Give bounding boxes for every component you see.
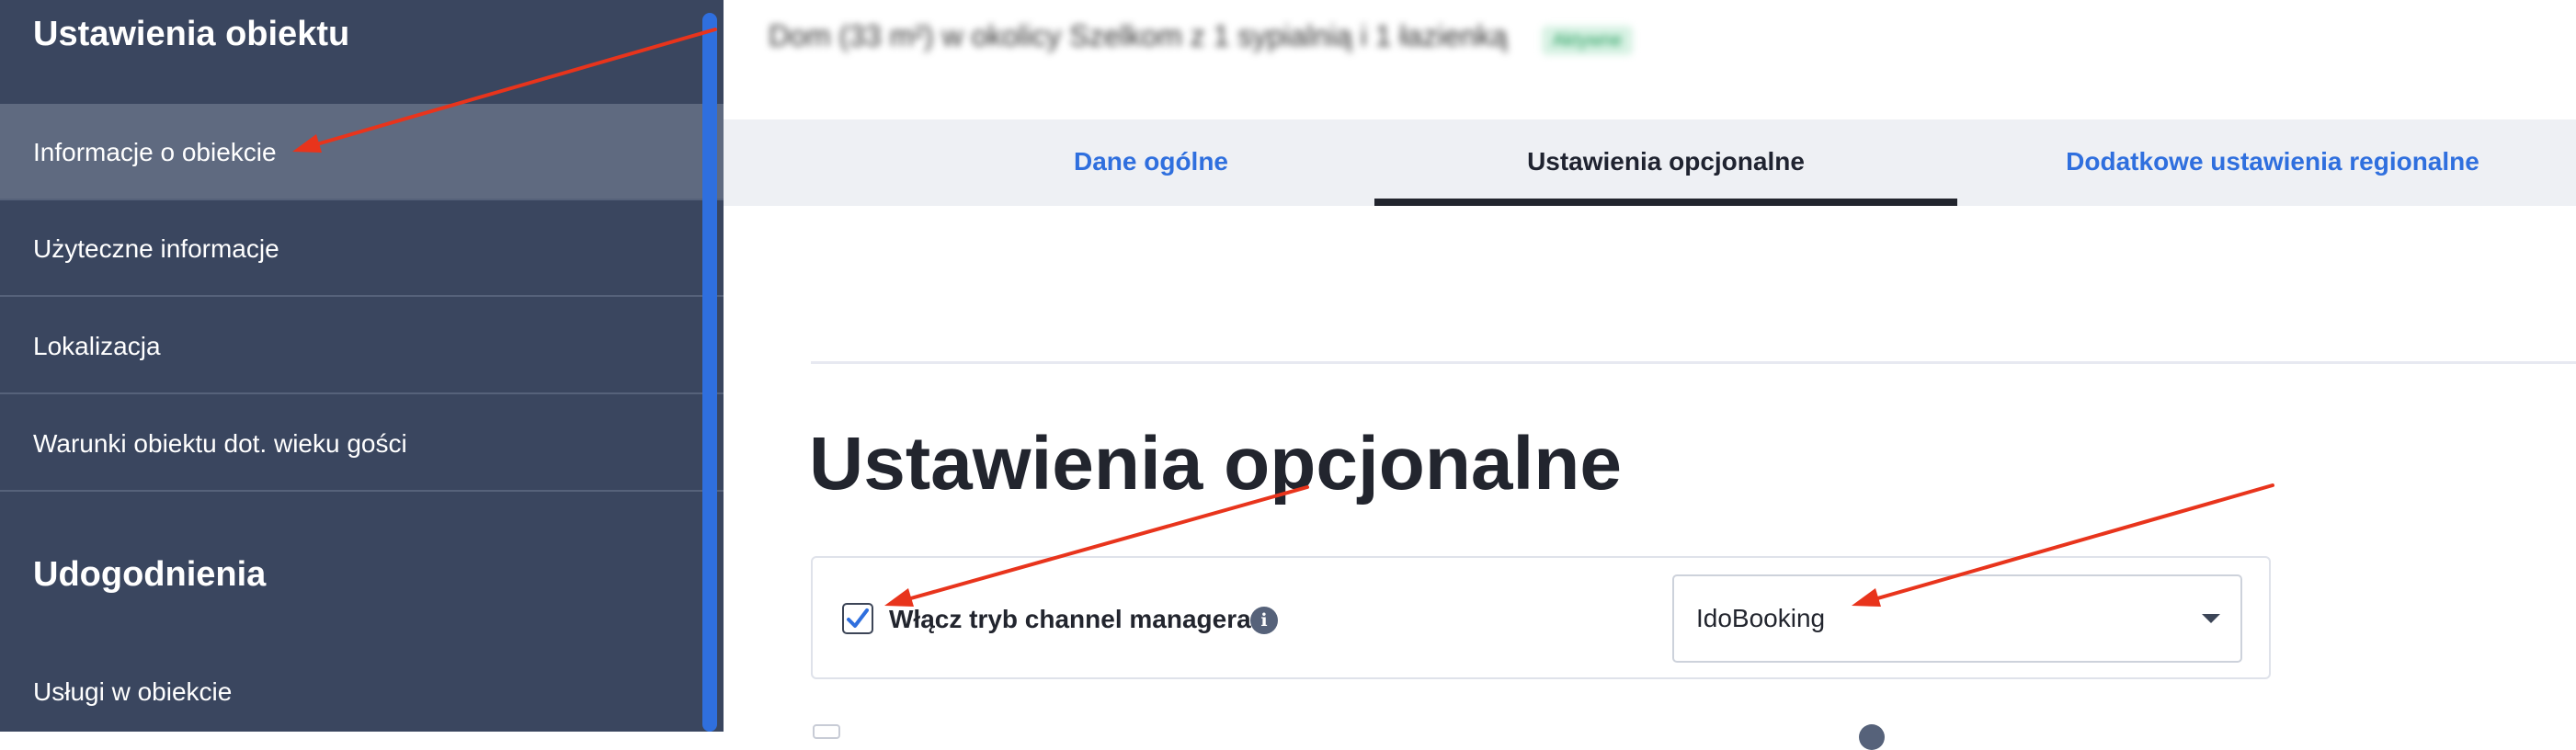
checkmark-icon [847, 608, 869, 628]
sidebar-scrollbar[interactable] [702, 13, 717, 732]
channel-manager-select-value: IdoBooking [1696, 604, 1826, 632]
chevron-down-icon [2202, 614, 2220, 623]
sidebar-section-title-settings: Ustawienia obiektu [33, 15, 350, 53]
divider [811, 361, 2576, 364]
channel-manager-checkbox[interactable] [842, 603, 873, 634]
next-row-info-icon-partial[interactable] [1859, 724, 1885, 750]
tab-general-data[interactable]: Dane ogólne [953, 119, 1349, 206]
status-badge: Aktywne [1541, 26, 1634, 55]
sidebar-item-property-info[interactable]: Informacje o obiekcie [0, 104, 724, 200]
page-title: Ustawienia opcjonalne [809, 422, 1622, 506]
sidebar-item-useful-info[interactable]: Użyteczne informacje [0, 200, 724, 297]
channel-manager-select[interactable]: IdoBooking [1672, 574, 2242, 663]
active-tab-indicator [1374, 199, 1957, 206]
channel-manager-label[interactable]: Włącz tryb channel managera [889, 603, 1251, 636]
sidebar-item-guest-age-conditions[interactable]: Warunki obiektu dot. wieku gości [0, 395, 724, 492]
sidebar-section-title-amenities: Udogodnienia [33, 555, 267, 594]
property-title-text: Dom (33 m²) w okolicy Szelkom z 1 sypial… [769, 19, 1508, 52]
property-title-blurred: Dom (33 m²) w okolicy Szelkom z 1 sypial… [769, 17, 1634, 55]
tab-optional-settings[interactable]: Ustawienia opcjonalne [1374, 119, 1957, 206]
sidebar: Ustawienia obiektu Informacje o obiekcie… [0, 0, 724, 732]
sidebar-item-property-services[interactable]: Usługi w obiekcie [0, 643, 724, 732]
next-row-checkbox-partial[interactable] [813, 724, 840, 739]
info-icon[interactable]: i [1250, 607, 1278, 634]
tab-bar: Dane ogólne Ustawienia opcjonalne Dodatk… [724, 119, 2576, 206]
tab-regional-settings[interactable]: Dodatkowe ustawienia regionalne [2011, 119, 2535, 206]
sidebar-item-location[interactable]: Lokalizacja [0, 298, 724, 394]
